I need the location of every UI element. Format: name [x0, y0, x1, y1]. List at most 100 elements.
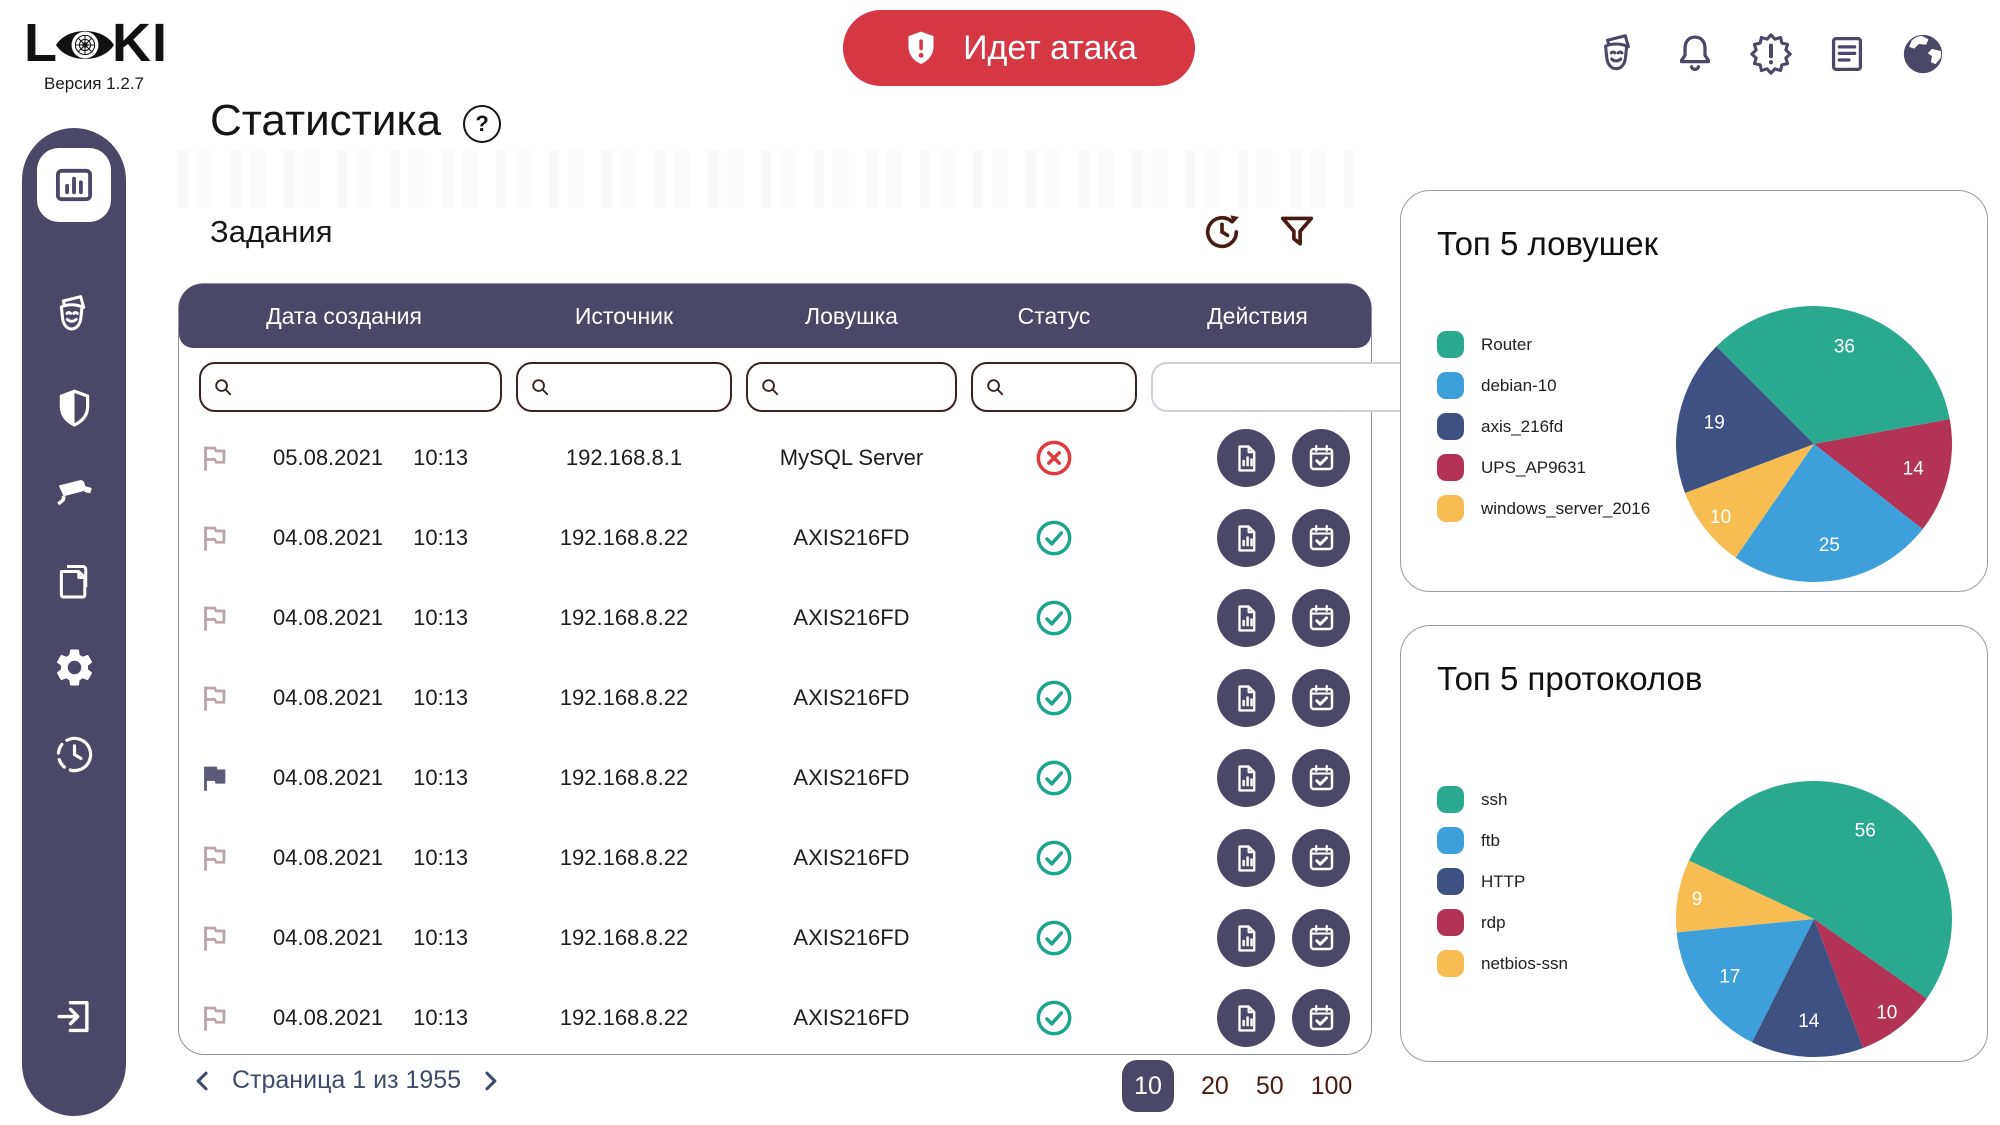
- row-trap: MySQL Server: [739, 445, 964, 471]
- page-size-10[interactable]: 10: [1122, 1060, 1174, 1112]
- page-size-100[interactable]: 100: [1311, 1072, 1353, 1101]
- report-button[interactable]: [1217, 669, 1275, 727]
- legend-item: windows_server_2016: [1437, 488, 1650, 529]
- cctv-icon: [52, 472, 97, 517]
- row-time: 10:13: [413, 925, 468, 951]
- filter-date-field: [199, 362, 502, 412]
- flag-outline-icon[interactable]: [179, 601, 249, 635]
- filter-date-input[interactable]: [235, 376, 500, 399]
- shield-icon: [52, 386, 97, 431]
- legend-item: ssh: [1437, 779, 1568, 820]
- table-row: 04.08.202110:13192.168.8.22AXIS216FD: [179, 978, 1371, 1058]
- report-button[interactable]: [1217, 509, 1275, 567]
- legend-swatch: [1437, 495, 1464, 522]
- calendar-button[interactable]: [1292, 509, 1350, 567]
- row-source: 192.168.8.22: [509, 765, 739, 791]
- row-time: 10:13: [413, 685, 468, 711]
- row-trap: AXIS216FD: [739, 845, 964, 871]
- legend-swatch: [1437, 950, 1464, 977]
- top-protocols-legend: sshftbHTTPrdpnetbios-ssn: [1437, 779, 1568, 984]
- calendar-button[interactable]: [1292, 989, 1350, 1047]
- flag-filled-icon[interactable]: [179, 761, 249, 795]
- logo-text-right: KI: [112, 12, 168, 74]
- legend-label: ssh: [1481, 790, 1507, 810]
- row-source: 192.168.8.22: [509, 685, 739, 711]
- chevron-right-icon[interactable]: [477, 1068, 503, 1094]
- legend-item: netbios-ssn: [1437, 943, 1568, 984]
- calendar-button[interactable]: [1292, 909, 1350, 967]
- row-date: 04.08.2021: [273, 525, 383, 551]
- page-title-row: Статистика ?: [210, 96, 501, 146]
- chevron-left-icon[interactable]: [190, 1068, 216, 1094]
- sidebar-item-traps[interactable]: [22, 292, 126, 337]
- calendar-button[interactable]: [1292, 669, 1350, 727]
- legend-swatch: [1437, 827, 1464, 854]
- flag-outline-icon[interactable]: [179, 521, 249, 555]
- row-trap: AXIS216FD: [739, 605, 964, 631]
- row-source: 192.168.8.22: [509, 845, 739, 871]
- report-button[interactable]: [1217, 589, 1275, 647]
- filter-trap-input[interactable]: [782, 376, 955, 399]
- flag-outline-icon[interactable]: [179, 921, 249, 955]
- tasks-section-title: Задания: [210, 214, 333, 250]
- legend-label: Router: [1481, 335, 1532, 355]
- filter-source-input[interactable]: [552, 376, 730, 399]
- report-button[interactable]: [1217, 989, 1275, 1047]
- bell-icon[interactable]: [1671, 30, 1718, 77]
- top-protocols-title: Топ 5 протоколов: [1437, 660, 1702, 698]
- refresh-history-icon[interactable]: [1198, 208, 1245, 255]
- slice-value-label: 10: [1710, 507, 1731, 528]
- row-source: 192.168.8.22: [509, 925, 739, 951]
- sidebar-item-history[interactable]: [22, 732, 126, 777]
- sidebar: [22, 128, 126, 1116]
- alert-burst-icon[interactable]: [1747, 30, 1794, 77]
- report-button[interactable]: [1217, 909, 1275, 967]
- pagination-label: Страница 1 из 1955: [232, 1066, 461, 1095]
- copy-icon: [52, 558, 97, 603]
- page-size-group: 10 20 50 100: [1122, 1060, 1352, 1112]
- row-date: 04.08.2021: [273, 685, 383, 711]
- globe-icon[interactable]: [1899, 30, 1946, 77]
- calendar-button[interactable]: [1292, 749, 1350, 807]
- sidebar-item-settings[interactable]: [22, 645, 126, 690]
- report-button[interactable]: [1217, 749, 1275, 807]
- log-icon[interactable]: [1823, 30, 1870, 77]
- eye-logo-icon: [58, 17, 112, 69]
- page-size-50[interactable]: 50: [1256, 1072, 1284, 1101]
- legend-label: windows_server_2016: [1481, 499, 1650, 519]
- legend-swatch: [1437, 909, 1464, 936]
- sidebar-item-surveillance[interactable]: [22, 472, 126, 517]
- report-button[interactable]: [1217, 829, 1275, 887]
- row-date: 04.08.2021: [273, 765, 383, 791]
- calendar-button[interactable]: [1292, 589, 1350, 647]
- row-time: 10:13: [413, 1005, 468, 1031]
- page-size-20[interactable]: 20: [1201, 1072, 1229, 1101]
- flag-outline-icon[interactable]: [179, 681, 249, 715]
- sidebar-item-statistics[interactable]: [37, 148, 111, 222]
- report-button[interactable]: [1217, 429, 1275, 487]
- attack-alert-label: Идет атака: [963, 29, 1137, 68]
- flag-outline-icon[interactable]: [179, 841, 249, 875]
- calendar-button[interactable]: [1292, 429, 1350, 487]
- legend-swatch: [1437, 372, 1464, 399]
- help-icon[interactable]: ?: [463, 105, 501, 143]
- legend-item: ftb: [1437, 820, 1568, 861]
- filter-source-field: [516, 362, 732, 412]
- legend-item: HTTP: [1437, 861, 1568, 902]
- masks-icon[interactable]: [1595, 30, 1642, 77]
- flag-outline-icon[interactable]: [179, 441, 249, 475]
- sidebar-item-protection[interactable]: [22, 386, 126, 431]
- search-icon: [984, 376, 1007, 399]
- calendar-button[interactable]: [1292, 829, 1350, 887]
- row-time: 10:13: [413, 605, 468, 631]
- filter-status-input[interactable]: [1007, 376, 1135, 399]
- flag-outline-icon[interactable]: [179, 1001, 249, 1035]
- filter-icon[interactable]: [1273, 208, 1320, 255]
- legend-item: debian-10: [1437, 365, 1650, 406]
- sidebar-item-logout[interactable]: [22, 994, 126, 1039]
- attack-alert-button[interactable]: Идет атака: [843, 10, 1195, 86]
- column-header-source: Источник: [509, 303, 739, 330]
- tasks-table: Дата создания Источник Ловушка Статус Де…: [178, 283, 1372, 1055]
- filter-row: [179, 348, 1371, 418]
- sidebar-item-documents[interactable]: [22, 558, 126, 603]
